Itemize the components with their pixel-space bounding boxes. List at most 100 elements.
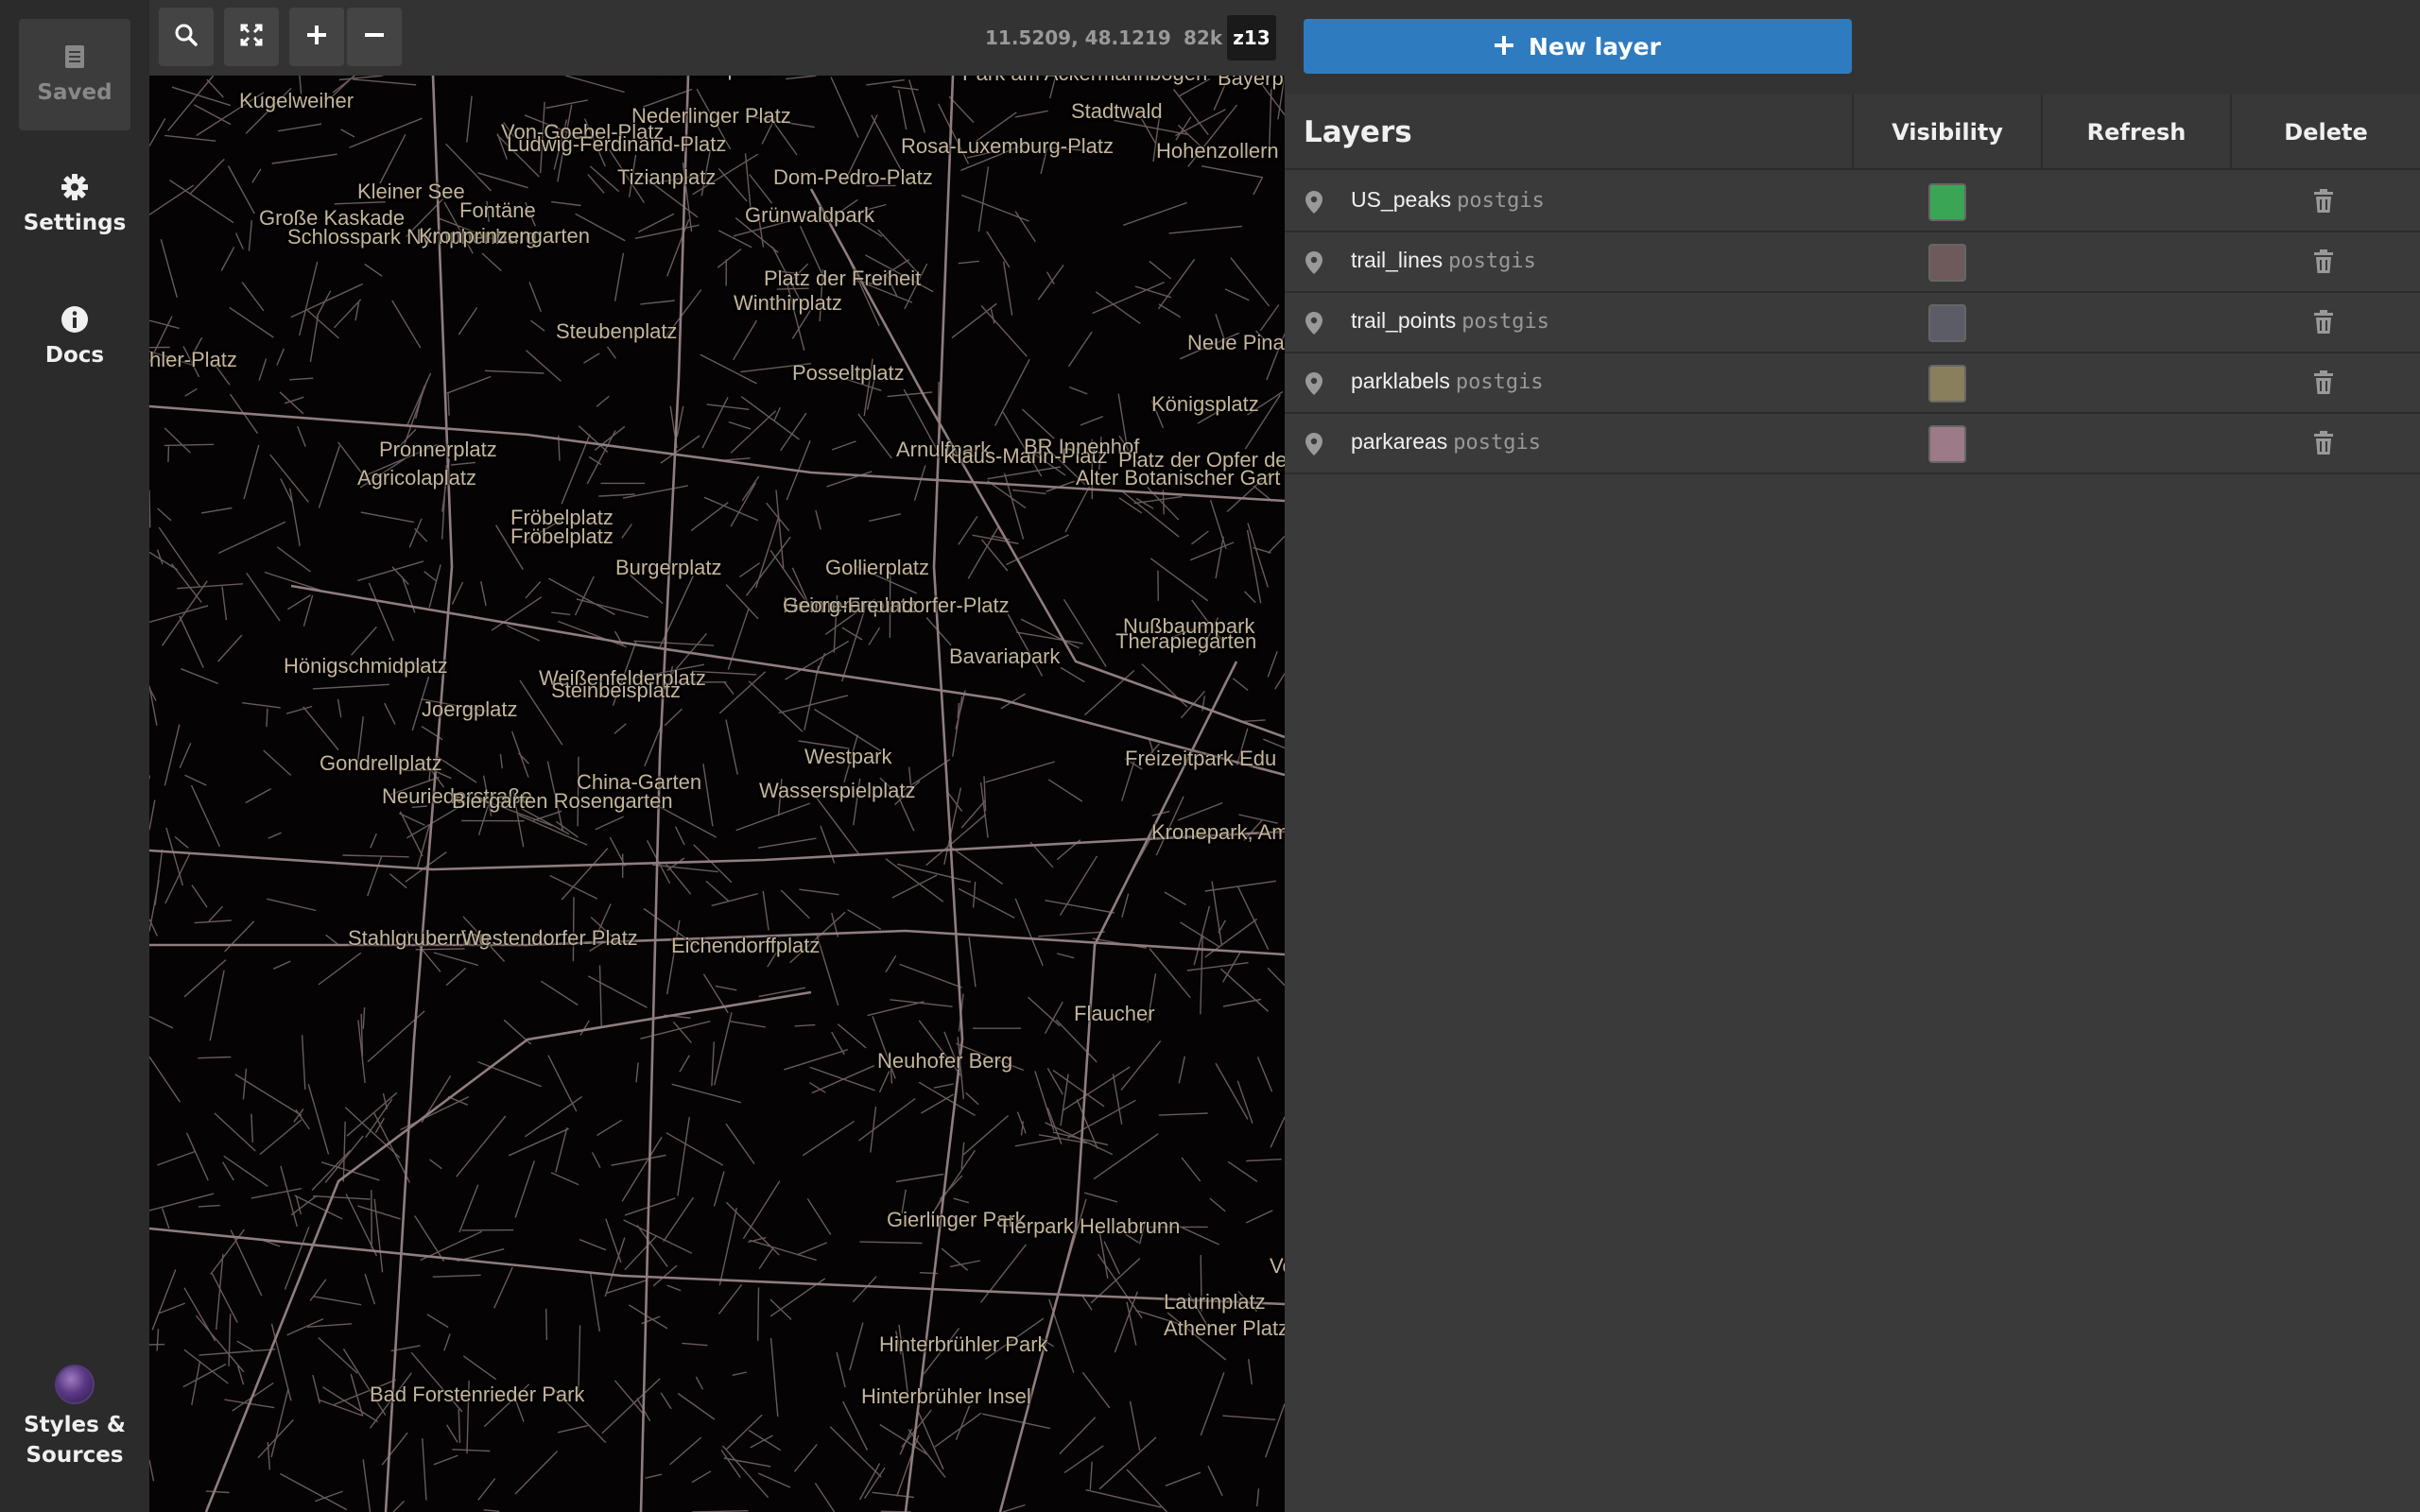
- refresh-heading: Refresh: [2041, 94, 2230, 170]
- map-place-label: Dom-Pedro-Platz: [773, 165, 933, 189]
- map-place-label: Tierpark Hellabrunn: [998, 1214, 1181, 1238]
- map-place-label: Grünwaldpark: [745, 203, 874, 227]
- fullscreen-icon: [239, 23, 264, 51]
- layer-id: parkareas: [1351, 429, 1448, 454]
- map-place-label: Fontäne: [459, 198, 536, 222]
- map-place-label: Neuhofer Berg: [877, 1049, 1013, 1073]
- layer-row[interactable]: US_peaks postgis: [1285, 172, 2420, 232]
- map-place-label: Burgerplatz: [615, 556, 722, 579]
- map-marker-icon: [1305, 251, 1322, 278]
- layer-name[interactable]: parklabels postgis: [1351, 369, 1544, 394]
- visibility-toggle[interactable]: [1928, 425, 1966, 463]
- trash-icon[interactable]: [2313, 370, 2334, 399]
- layers-table-header: Layers Visibility Refresh Delete: [1285, 94, 2420, 170]
- layer-name[interactable]: US_peaks postgis: [1351, 187, 1545, 213]
- layers-heading: Layers: [1304, 115, 1412, 149]
- visibility-toggle[interactable]: [1928, 244, 1966, 282]
- layers-panel: New layer Layers Visibility Refresh Dele…: [1285, 0, 2420, 1512]
- map-place-label: Alter Botanischer Gart: [1076, 466, 1281, 490]
- map-place-label: Bad Forstenrieder Park: [370, 1383, 585, 1406]
- styles-sources-label: Styles & Sources: [24, 1410, 126, 1470]
- layer-row[interactable]: parkareas postgis: [1285, 414, 2420, 474]
- search-button[interactable]: [159, 8, 214, 66]
- delete-heading: Delete: [2230, 94, 2420, 170]
- map-place-label: Westpark: [804, 745, 892, 768]
- map-place-label: Joergplatz: [422, 697, 518, 721]
- map-place-label: Westendorfer Platz: [461, 926, 638, 950]
- map-canvas[interactable]: WertachplatzPark am AckermannbogenBayerp…: [149, 0, 1285, 1512]
- map-place-label: Kleiner See: [357, 180, 465, 203]
- zoom-out-icon: [364, 25, 385, 49]
- zoom-out-button[interactable]: [347, 8, 402, 66]
- map-marker-icon: [1305, 191, 1322, 217]
- map-place-label: Kronepark, Am: [1151, 820, 1285, 844]
- map-place-label: Biergarten Rosengarten: [452, 789, 673, 813]
- visibility-toggle[interactable]: [1928, 365, 1966, 403]
- map-place-label: Platz der Freiheit: [764, 266, 922, 290]
- zoom-level-badge: z13: [1227, 15, 1276, 60]
- map-place-label: Flaucher: [1074, 1002, 1155, 1025]
- gear-icon: [60, 172, 90, 202]
- new-layer-button[interactable]: New layer: [1304, 19, 1852, 74]
- map-marker-icon: [1305, 312, 1322, 338]
- map-place-label: Vo: [1270, 1254, 1285, 1278]
- map-place-label: Posseltplatz: [792, 361, 905, 385]
- feature-count: 82k: [1184, 26, 1223, 49]
- map-place-label: Kronprinzengarten: [419, 224, 591, 248]
- zoom-in-button[interactable]: [289, 8, 344, 66]
- visibility-heading: Visibility: [1852, 94, 2041, 170]
- layer-source: postgis: [1461, 310, 1549, 334]
- layer-row[interactable]: trail_lines postgis: [1285, 232, 2420, 293]
- settings-label: Settings: [23, 211, 127, 235]
- map-place-label: Wasserspielplatz: [759, 779, 916, 802]
- trash-icon[interactable]: [2313, 431, 2334, 459]
- map-place-label: Steinbeisplatz: [551, 679, 681, 702]
- map-place-label: Agricolaplatz: [357, 466, 476, 490]
- layer-name[interactable]: parkareas postgis: [1351, 429, 1541, 455]
- map-place-label: Eichendorffplatz: [671, 934, 821, 957]
- map-place-label: Hinterbrühler Park: [879, 1332, 1048, 1356]
- visibility-toggle[interactable]: [1928, 183, 1966, 221]
- map-toolbar: 11.5209, 48.1219 82k z13: [149, 0, 1285, 76]
- settings-button[interactable]: Settings: [19, 149, 130, 261]
- map-place-label: Georg-Freundorfer-Platz: [783, 593, 1010, 617]
- map-place-label: Laurinplatz: [1164, 1290, 1266, 1314]
- map-place-label: Rosa-Luxemburg-Platz: [901, 134, 1114, 158]
- layer-id: parklabels: [1351, 369, 1450, 393]
- layer-id: trail_lines: [1351, 248, 1443, 272]
- map-place-label: Königsplatz: [1151, 392, 1259, 416]
- trash-icon[interactable]: [2313, 249, 2334, 278]
- panel-header: New layer: [1285, 0, 2420, 94]
- docs-button[interactable]: Docs: [19, 282, 130, 393]
- map-place-label: Hohenzollern: [1156, 139, 1279, 163]
- map-place-label: Therapiegarten: [1115, 629, 1257, 653]
- map-place-label: Tizianplatz: [617, 165, 717, 189]
- trash-icon[interactable]: [2313, 189, 2334, 217]
- visibility-toggle[interactable]: [1928, 304, 1966, 342]
- map-marker-icon: [1305, 433, 1322, 459]
- map-place-label: Ludwig-Ferdinand-Platz: [507, 132, 727, 156]
- styles-label-line1: Styles &: [24, 1413, 126, 1437]
- saved-label: Saved: [37, 80, 112, 105]
- map-marker-icon: [1305, 372, 1322, 399]
- map-place-label: Hönigschmidplatz: [284, 654, 448, 678]
- layer-source: postgis: [1455, 370, 1544, 394]
- plus-icon: [1495, 33, 1514, 60]
- map-place-label: Athener Platz: [1164, 1316, 1285, 1340]
- map-place-label: Kugelweiher: [239, 89, 354, 112]
- trash-icon[interactable]: [2313, 310, 2334, 338]
- new-layer-label: New layer: [1529, 32, 1661, 60]
- map-place-label: hler-Platz: [149, 348, 237, 371]
- fullscreen-button[interactable]: [224, 8, 279, 66]
- map-place-label: Gollierplatz: [825, 556, 930, 579]
- layer-row[interactable]: parklabels postgis: [1285, 353, 2420, 414]
- map-place-label: Gondrellplatz: [320, 751, 442, 775]
- layer-id: trail_points: [1351, 308, 1457, 333]
- styles-sources-button[interactable]: Styles & Sources: [19, 1347, 130, 1488]
- layer-row[interactable]: trail_points postgis: [1285, 293, 2420, 353]
- avatar: [55, 1365, 95, 1404]
- search-icon: [174, 23, 199, 51]
- layer-name[interactable]: trail_lines postgis: [1351, 248, 1536, 273]
- saved-button[interactable]: Saved: [19, 19, 130, 130]
- layer-name[interactable]: trail_points postgis: [1351, 308, 1549, 334]
